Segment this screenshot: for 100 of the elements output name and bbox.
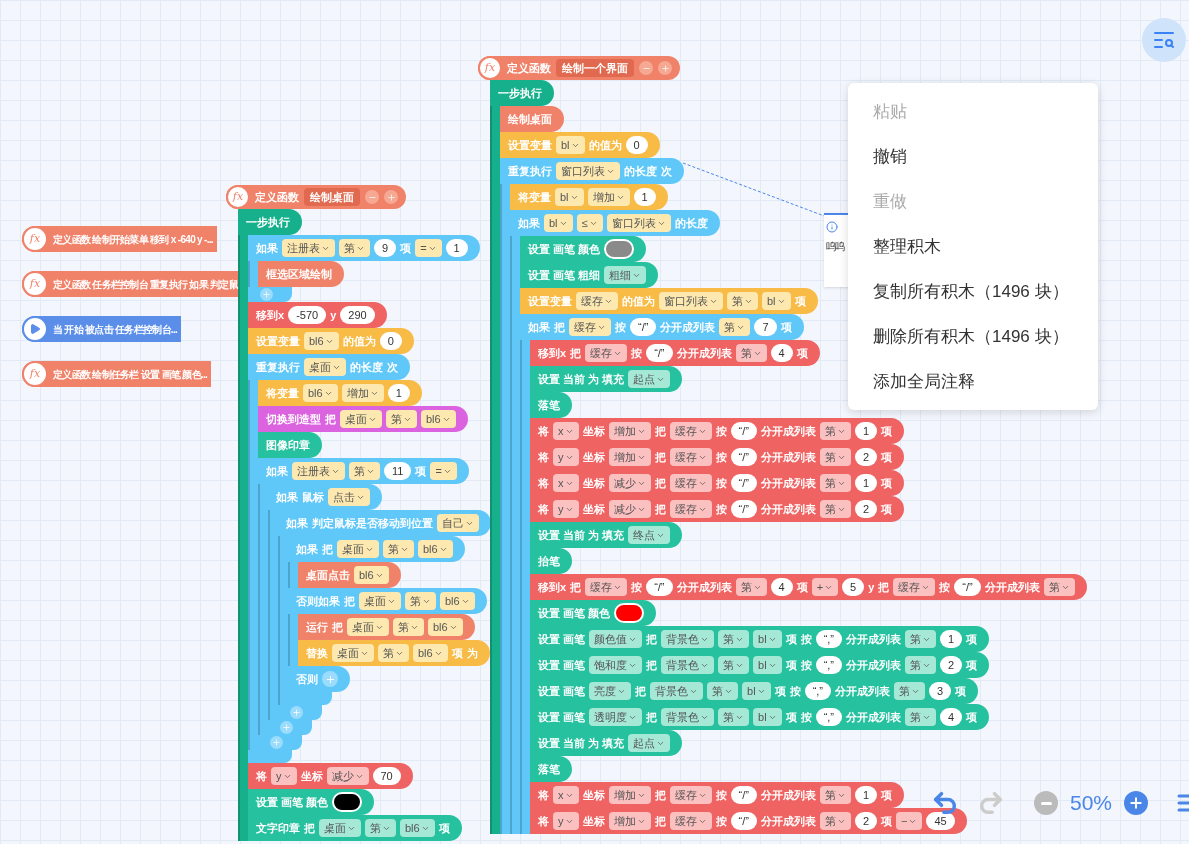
code-block[interactable]: 将 x 坐标 减少 把 缓存 按 “/” 分开成列表 第 1 项 <box>530 470 904 496</box>
search-button[interactable] <box>1142 18 1186 62</box>
remove-param-icon[interactable] <box>365 190 379 204</box>
value-input[interactable]: 1 <box>633 188 656 206</box>
block-dropdown[interactable]: 点击 <box>328 488 370 506</box>
block-dropdown[interactable]: bl6 <box>413 644 448 662</box>
code-block[interactable]: 移到x -570 y 290 <box>248 302 387 328</box>
block-dropdown[interactable]: 窗口列表 <box>659 292 723 310</box>
block-dropdown[interactable]: 增加 <box>608 422 651 440</box>
block-dropdown[interactable]: 缓存 <box>893 578 936 596</box>
code-block[interactable]: 文字印章 把 桌面 第 bl6 项 <box>248 815 462 841</box>
code-block[interactable]: 如果 bl ≤ 窗口列表 的长度 <box>510 210 720 236</box>
code-block[interactable]: 设置 当前 为 填充 起点 <box>530 366 683 392</box>
code-block[interactable]: 将变量 bl 增加 1 <box>510 184 668 210</box>
code-block[interactable]: 设置 当前 为 填充 终点 <box>530 522 683 548</box>
block-dropdown[interactable]: 背景色 <box>650 682 704 700</box>
code-block[interactable]: 设置 画笔 亮度 把 背景色 第 bl 项 按 “,” 分开成列表 第 3 项 <box>530 678 979 704</box>
color-swatch[interactable] <box>614 603 645 623</box>
value-input[interactable]: 0 <box>379 332 402 350</box>
block-dropdown[interactable]: 减少 <box>608 500 651 518</box>
add-param-icon[interactable] <box>658 61 672 75</box>
block-dropdown[interactable]: 第 <box>894 682 925 700</box>
color-swatch[interactable] <box>604 239 635 259</box>
value-input[interactable]: 1 <box>854 474 877 492</box>
value-input[interactable]: 1 <box>854 786 877 804</box>
code-block[interactable]: 设置 当前 为 填充 起点 <box>530 730 683 756</box>
block-dropdown[interactable]: 第 <box>405 592 436 610</box>
block-dropdown[interactable]: 桌面 <box>332 644 374 662</box>
code-block[interactable]: 设置变量 bl6 的值为 0 <box>248 328 414 354</box>
block-dropdown[interactable]: 缓存 <box>569 318 611 336</box>
value-input[interactable]: -570 <box>288 306 327 324</box>
block-dropdown[interactable]: bl <box>753 656 782 674</box>
block-dropdown[interactable]: bl <box>742 682 771 700</box>
block-dropdown[interactable]: x <box>553 474 579 492</box>
block-dropdown[interactable]: 第 <box>819 812 851 830</box>
value-input[interactable]: 11 <box>384 462 412 480</box>
value-input[interactable]: 3 <box>929 682 952 700</box>
menu-item[interactable]: 整理积木 <box>848 224 1098 269</box>
block-dropdown[interactable]: 第 <box>1043 578 1075 596</box>
block-dropdown[interactable]: 自己 <box>437 514 479 532</box>
code-block[interactable]: 将 y 坐标 增加 把 缓存 按 “/” 分开成列表 第 2 项 <box>530 444 904 470</box>
value-input[interactable]: “/” <box>954 578 981 596</box>
code-block[interactable]: 设置 画笔 颜色值 把 背景色 第 bl 项 按 “,” 分开成列表 第 1 项 <box>530 626 990 652</box>
value-input[interactable]: 2 <box>854 812 877 830</box>
code-block[interactable]: 桌面点击 bl6 <box>298 562 401 588</box>
block-dropdown[interactable]: bl <box>753 708 782 726</box>
block-dropdown[interactable]: y <box>271 767 297 785</box>
value-input[interactable]: “,” <box>804 682 831 700</box>
value-input[interactable]: “/” <box>730 422 757 440</box>
code-block[interactable]: 移到x 把 缓存 按 “/” 分开成列表 第 4 项 + 5 y 把 缓存 按 “/” 分开成列表 第 <box>530 574 1087 600</box>
block-dropdown[interactable]: y <box>553 812 579 830</box>
add-param-icon[interactable] <box>384 190 398 204</box>
block-dropdown[interactable]: 第 <box>819 474 851 492</box>
block-dropdown[interactable]: 第 <box>735 578 767 596</box>
add-icon[interactable] <box>322 671 338 687</box>
block-dropdown[interactable]: 缓存 <box>669 474 712 492</box>
code-block[interactable]: 将 y 坐标 增加 把 缓存 按 “/” 分开成列表 第 2 项 − 45 <box>530 808 967 834</box>
code-block[interactable]: 设置 画笔 粗细 粗细 <box>520 262 659 288</box>
block-dropdown[interactable]: 第 <box>718 708 750 726</box>
block-dropdown[interactable]: bl <box>762 292 791 310</box>
menu-item[interactable]: 添加全局注释 <box>848 359 1098 404</box>
block-dropdown[interactable]: 增加 <box>587 188 630 206</box>
block-dropdown[interactable]: 注册表 <box>292 462 345 480</box>
value-input[interactable]: “/” <box>730 500 757 518</box>
block-dropdown[interactable]: = <box>430 462 457 480</box>
block-dropdown[interactable]: bl <box>556 136 585 154</box>
block-dropdown[interactable]: 透明度 <box>589 708 643 726</box>
block-dropdown[interactable]: 第 <box>383 540 414 558</box>
value-input[interactable]: “/” <box>730 448 757 466</box>
value-input[interactable]: 4 <box>940 708 963 726</box>
value-input[interactable]: 9 <box>374 239 397 257</box>
value-input[interactable]: “,” <box>815 708 842 726</box>
block-dropdown[interactable]: ≤ <box>576 214 603 232</box>
block-dropdown[interactable]: 第 <box>378 644 409 662</box>
block-dropdown[interactable]: 背景色 <box>661 630 715 648</box>
block-dropdown[interactable]: 背景色 <box>661 708 715 726</box>
code-block[interactable]: 移到x 把 缓存 按 “/” 分开成列表 第 4 项 <box>530 340 820 366</box>
block-dropdown[interactable]: 减少 <box>326 767 369 785</box>
block-dropdown[interactable]: 第 <box>707 682 739 700</box>
block-dropdown[interactable]: 缓存 <box>669 500 712 518</box>
value-input[interactable]: 7 <box>754 318 777 336</box>
value-input[interactable]: 2 <box>854 500 877 518</box>
block-dropdown[interactable]: 缓存 <box>669 448 712 466</box>
block-dropdown[interactable]: + <box>811 578 839 596</box>
code-block[interactable]: 将 x 坐标 增加 把 缓存 按 “/” 分开成列表 第 1 项 <box>530 782 904 808</box>
block-dropdown[interactable]: 第 <box>719 318 751 336</box>
block-dropdown[interactable]: 缓存 <box>576 292 618 310</box>
code-block[interactable]: 如果 鼠标 点击 <box>268 484 382 510</box>
block-dropdown[interactable]: x <box>553 786 579 804</box>
block-dropdown[interactable]: 桌面 <box>304 358 346 376</box>
block-dropdown[interactable]: 第 <box>718 630 750 648</box>
value-input[interactable]: “/” <box>646 578 673 596</box>
value-input[interactable]: 2 <box>854 448 877 466</box>
code-block[interactable]: 将 y 坐标 减少 把 缓存 按 “/” 分开成列表 第 2 项 <box>530 496 904 522</box>
block-dropdown[interactable]: bl6 <box>400 819 435 837</box>
value-input[interactable]: 1 <box>940 630 963 648</box>
block-dropdown[interactable]: 第 <box>819 786 851 804</box>
block-dropdown[interactable]: bl6 <box>421 410 456 428</box>
value-input[interactable]: 5 <box>842 578 865 596</box>
value-input[interactable]: “/” <box>730 474 757 492</box>
